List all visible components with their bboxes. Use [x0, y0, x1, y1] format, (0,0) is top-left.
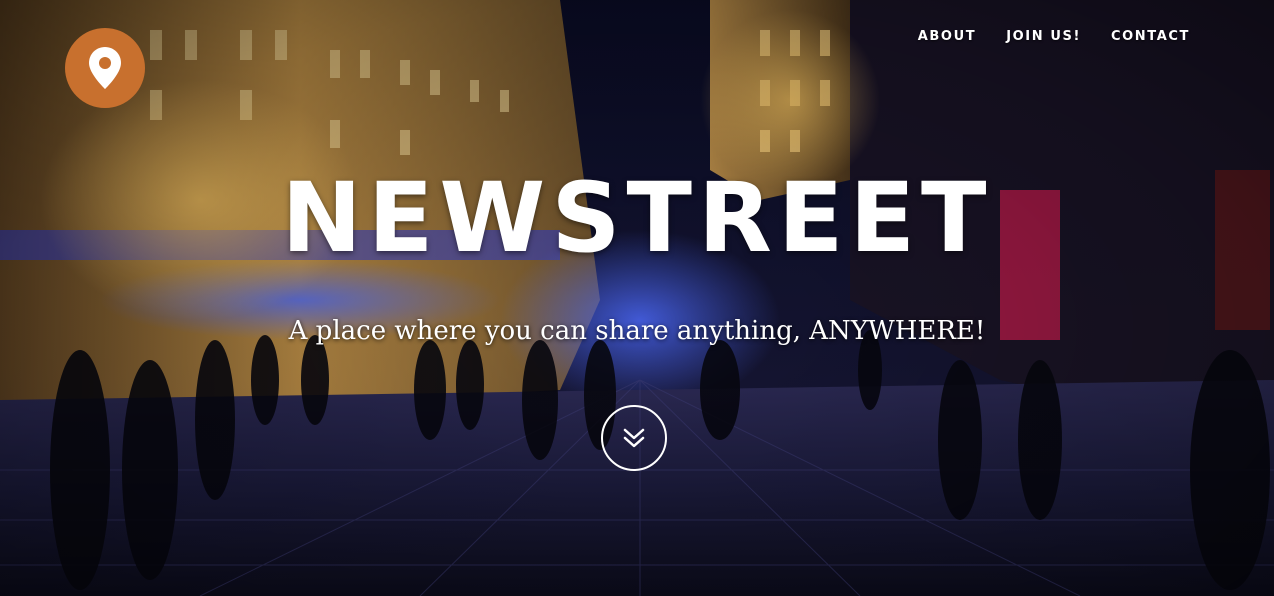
hero-background-image [0, 0, 1274, 596]
scroll-down-button[interactable] [601, 405, 667, 471]
hero-subtitle: A place where you can share anything, AN… [288, 316, 986, 346]
nav-link-about[interactable]: ABOUT [918, 29, 976, 44]
nav-link-join-us[interactable]: JOIN US! [1006, 29, 1081, 44]
logo-button[interactable] [65, 28, 145, 108]
hero-title: NEWSTREET [281, 162, 993, 274]
double-chevron-down-icon [623, 428, 645, 448]
map-pin-icon [89, 47, 121, 89]
main-nav: ABOUT JOIN US! CONTACT [918, 29, 1190, 44]
nav-link-contact[interactable]: CONTACT [1111, 29, 1190, 44]
hero-section: ABOUT JOIN US! CONTACT NEWSTREET A place… [0, 0, 1274, 596]
